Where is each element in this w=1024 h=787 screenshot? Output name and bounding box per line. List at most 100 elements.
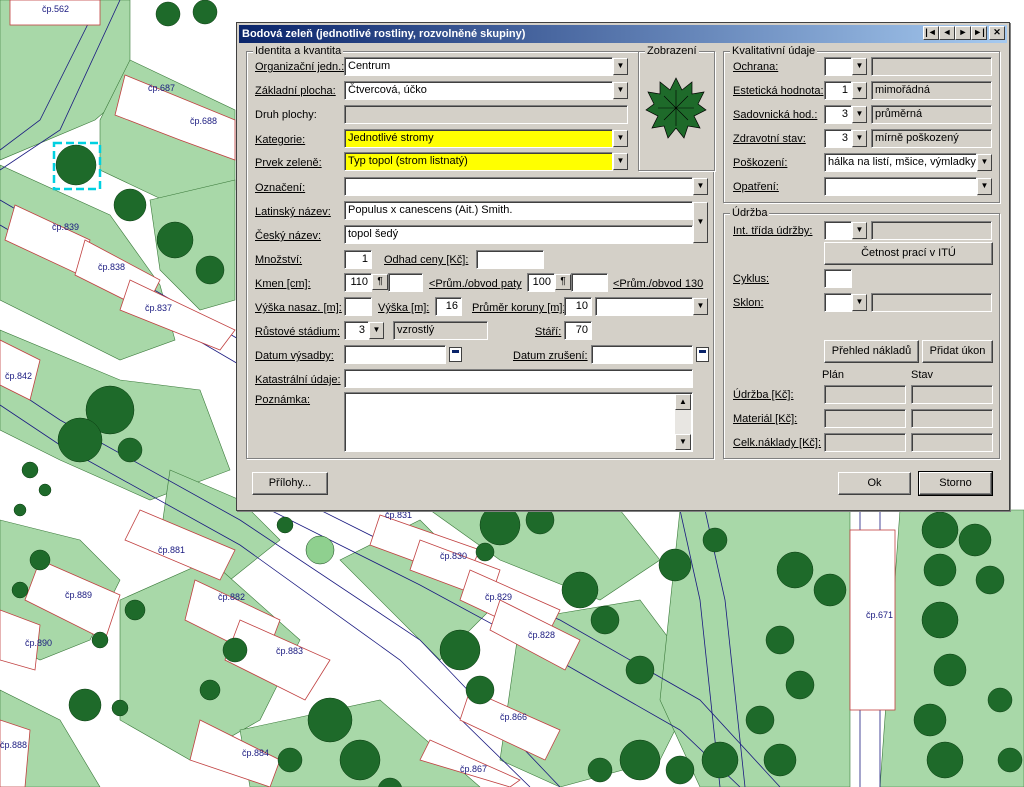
odhad-label: Odhad ceny [Kč]: — [384, 254, 469, 266]
poznamka-textarea[interactable]: ▲ ▼ — [344, 392, 693, 452]
katastralni-field[interactable] — [344, 369, 693, 388]
parcel-label: čp.882 — [218, 592, 246, 602]
sadovnicka-label: Sadovnická hod.: — [733, 109, 818, 121]
zakladni-field[interactable]: Čtvercová, účko — [344, 81, 613, 100]
prumer-koruny-dropdown[interactable]: ▼ — [693, 298, 708, 315]
stari-field[interactable]: 70 — [564, 321, 592, 340]
oznaceni-field[interactable] — [344, 177, 693, 196]
prvek-dropdown[interactable]: ▼ — [613, 153, 628, 170]
kategorie-dropdown[interactable]: ▼ — [613, 130, 628, 147]
plan-header: Plán — [822, 369, 845, 381]
esteticka-dropdown[interactable]: ▼ — [852, 82, 867, 99]
ok-button[interactable]: Ok — [838, 472, 911, 495]
parcel-label: čp.889 — [65, 590, 93, 600]
mnozstvi-label: Množství: — [255, 254, 303, 266]
sklon-field[interactable] — [824, 293, 852, 312]
last-record-button[interactable]: ►| — [971, 26, 987, 40]
zdravotni-label: Zdravotní stav: — [733, 133, 806, 145]
parcel-label: čp.671 — [866, 610, 894, 620]
prumer-koruny-select[interactable] — [595, 297, 693, 316]
esteticka-label: Estetická hodnota: — [733, 85, 824, 97]
rustove-dropdown[interactable]: ▼ — [369, 322, 384, 339]
sadovnicka-field[interactable]: 3 — [824, 105, 852, 124]
vyska-field[interactable]: 16 — [435, 297, 462, 316]
opatreni-label: Opatření: — [733, 181, 779, 193]
parcel-label: čp.562 — [42, 4, 70, 14]
rustove-field[interactable]: 3 — [344, 321, 369, 340]
kmen-toggle-button[interactable]: ¶ — [372, 274, 388, 290]
scrollbar[interactable]: ▲ ▼ — [675, 394, 691, 450]
datum-vysadby-field[interactable] — [344, 345, 446, 364]
druh-field — [344, 105, 628, 124]
cesky-field[interactable]: topol šedý — [344, 225, 693, 244]
parcel-label: čp.890 — [25, 638, 53, 648]
prvek-label: Prvek zeleně: — [255, 157, 322, 169]
title-bar[interactable]: Bodová zeleň (jednotlivé rostliny, rozvo… — [239, 25, 1007, 43]
datum-vysadby-label: Datum výsadby: — [255, 350, 334, 362]
zakladni-label: Základní plocha: — [255, 85, 336, 97]
prum-paty-extra-field[interactable] — [571, 273, 608, 292]
celk-stav-field — [911, 433, 993, 452]
odhad-field[interactable] — [476, 250, 544, 269]
kategorie-label: Kategorie: — [255, 134, 306, 146]
mnozstvi-field[interactable]: 1 — [344, 250, 372, 269]
prehled-nakladu-button[interactable]: Přehled nákladů — [824, 340, 919, 363]
prumer-koruny-field[interactable]: 10 — [564, 297, 592, 316]
ochrana-field[interactable] — [824, 57, 852, 76]
kategorie-field[interactable]: Jednotlivé stromy — [344, 129, 613, 148]
prev-record-button[interactable]: ◄ — [939, 26, 955, 40]
zakladni-dropdown[interactable]: ▼ — [613, 82, 628, 99]
next-record-button[interactable]: ► — [955, 26, 971, 40]
int-trida-dropdown[interactable]: ▼ — [852, 222, 867, 239]
prum-paty-field[interactable]: 100 — [527, 273, 555, 292]
int-trida-label: Int. třída údržby: — [733, 225, 813, 237]
prum-paty-toggle-button[interactable]: ¶ — [555, 274, 571, 290]
latinsky-field[interactable]: Populus x canescens (Ait.) Smith. — [344, 201, 693, 220]
prum-paty-label: <Prům./obvod paty — [429, 278, 522, 290]
zdravotni-dropdown[interactable]: ▼ — [852, 130, 867, 147]
parcel-label: čp.830 — [440, 551, 468, 561]
esteticka-field[interactable]: 1 — [824, 81, 852, 100]
int-trida-field[interactable] — [824, 221, 852, 240]
oznaceni-dropdown[interactable]: ▼ — [693, 178, 708, 195]
oznaceni-label: Označení: — [255, 182, 306, 194]
organizacni-dropdown[interactable]: ▼ — [613, 58, 628, 75]
poskozeni-dropdown[interactable]: ▼ — [977, 154, 992, 171]
group-title: Zobrazení — [645, 45, 699, 58]
material-label: Materiál [Kč]: — [733, 413, 798, 425]
scroll-up-icon[interactable]: ▲ — [675, 394, 691, 410]
ochrana-dropdown[interactable]: ▼ — [852, 58, 867, 75]
storno-button[interactable]: Storno — [918, 471, 993, 496]
opatreni-field[interactable] — [824, 177, 977, 196]
group-title: Identita a kvantita — [253, 45, 344, 58]
first-record-button[interactable]: |◄ — [923, 26, 939, 40]
scroll-down-icon[interactable]: ▼ — [675, 434, 691, 450]
prilohy-button[interactable]: Přílohy... — [252, 472, 328, 495]
calendar-icon[interactable] — [696, 347, 709, 362]
cyklus-field[interactable] — [824, 269, 852, 288]
close-button[interactable]: ✕ — [989, 26, 1005, 40]
zdravotni-field[interactable]: 3 — [824, 129, 852, 148]
sadovnicka-dropdown[interactable]: ▼ — [852, 106, 867, 123]
nazev-dropdown[interactable]: ▼ — [693, 202, 708, 243]
parcel-label: čp.842 — [5, 371, 33, 381]
katastralni-label: Katastrální údaje: — [255, 374, 341, 386]
vyska-nasaz-field[interactable] — [344, 297, 372, 316]
calendar-icon[interactable] — [449, 347, 462, 362]
kmen-label: Kmen [cm]: — [255, 278, 311, 290]
prum-130-label: <Prům./obvod 130 — [613, 278, 704, 290]
kmen-field[interactable]: 110 — [344, 273, 372, 292]
udrzba-plan-field — [824, 385, 906, 404]
datum-zruseni-field[interactable] — [591, 345, 693, 364]
prvek-field[interactable]: Typ topol (strom listnatý) — [344, 152, 613, 171]
sklon-dropdown[interactable]: ▼ — [852, 294, 867, 311]
pridat-ukon-button[interactable]: Přidat úkon — [922, 340, 993, 363]
celk-plan-field — [824, 433, 906, 452]
poskozeni-field[interactable]: hálka na listí, mšice, výmladky — [824, 153, 977, 172]
udrzba-kc-label: Údržba [Kč]: — [733, 389, 794, 401]
sadovnicka-text: průměrná — [871, 105, 992, 124]
kmen-extra-field[interactable] — [388, 273, 423, 292]
organizacni-field[interactable]: Centrum — [344, 57, 613, 76]
cetnost-button[interactable]: Četnost prací v ITÚ — [824, 242, 993, 265]
opatreni-dropdown[interactable]: ▼ — [977, 178, 992, 195]
